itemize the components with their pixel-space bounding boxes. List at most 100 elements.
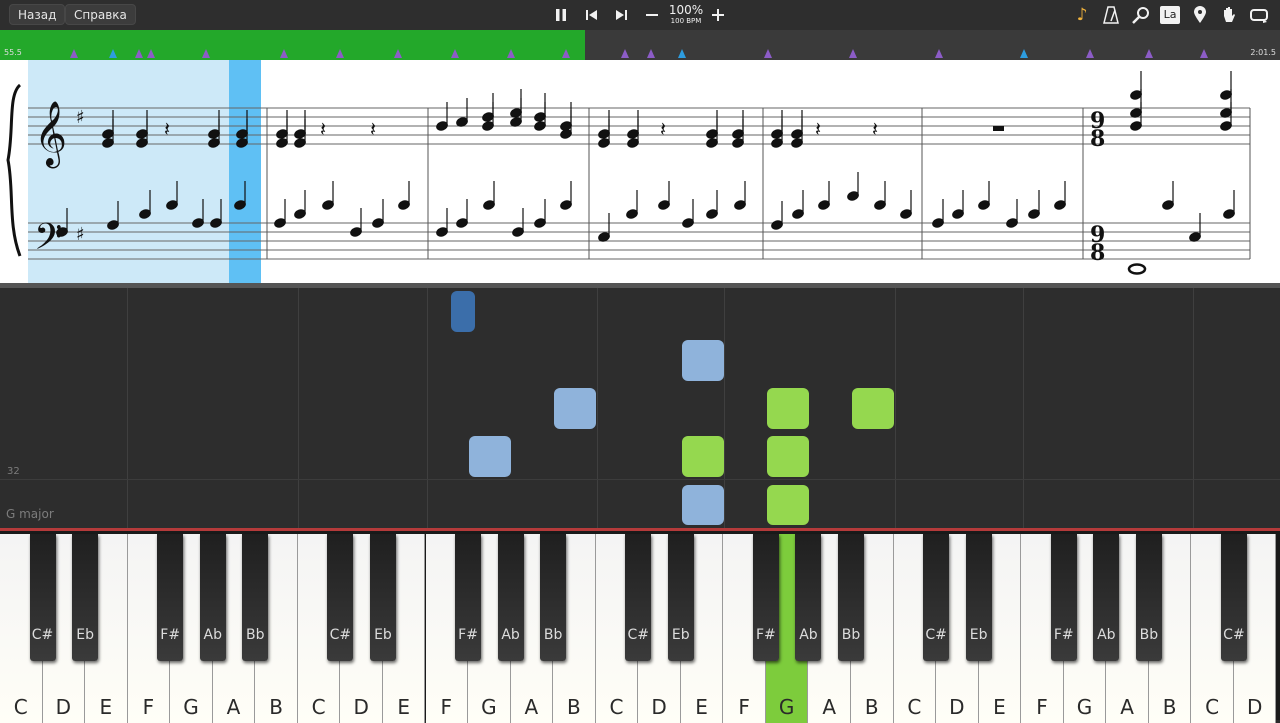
white-key-label: E bbox=[99, 695, 113, 719]
back-button[interactable]: Назад bbox=[9, 4, 66, 25]
white-key-label: G bbox=[183, 695, 199, 719]
black-key-ab[interactable]: Ab bbox=[497, 534, 524, 661]
falling-note bbox=[767, 388, 809, 429]
black-key-eb[interactable]: Eb bbox=[72, 534, 99, 661]
falling-note bbox=[554, 388, 596, 429]
black-key-c-sharp[interactable]: C# bbox=[327, 534, 354, 661]
black-key-bb[interactable]: Bb bbox=[838, 534, 864, 661]
black-key-label: Bb bbox=[841, 627, 861, 643]
black-key-ab[interactable]: Ab bbox=[795, 534, 822, 661]
black-key-eb[interactable]: Eb bbox=[369, 534, 396, 661]
score-svg: 𝄞 𝄢 ♯ ♯ 9 8 9 8 𝄽 𝄽 𝄽 𝄽 𝄽 𝄽 bbox=[6, 60, 1251, 283]
white-key-label: D bbox=[949, 695, 965, 719]
svg-text:𝄢: 𝄢 bbox=[34, 216, 62, 267]
timeline-marker[interactable] bbox=[336, 49, 344, 58]
black-key-bb[interactable]: Bb bbox=[1135, 534, 1162, 661]
black-key-ab[interactable]: Ab bbox=[1093, 534, 1120, 661]
timeline-marker[interactable] bbox=[451, 49, 459, 58]
black-key-f-sharp[interactable]: F# bbox=[157, 534, 184, 661]
timeline-marker[interactable] bbox=[764, 49, 772, 58]
loop-icon[interactable] bbox=[1247, 3, 1271, 27]
svg-text:8: 8 bbox=[1090, 240, 1105, 266]
timeline-progress bbox=[0, 30, 585, 60]
white-key-label: C bbox=[907, 695, 922, 719]
white-key-label: C bbox=[1205, 695, 1220, 719]
black-key-label: Eb bbox=[374, 627, 392, 643]
timeline-marker[interactable] bbox=[562, 49, 570, 58]
timeline-scrubber[interactable]: 55.5 2:01.5 bbox=[0, 30, 1280, 60]
pause-icon[interactable] bbox=[549, 3, 573, 27]
black-key-f-sharp[interactable]: F# bbox=[1050, 534, 1077, 661]
key-signature-label: G major bbox=[6, 507, 54, 521]
falling-note bbox=[682, 485, 724, 525]
minus-icon[interactable] bbox=[640, 3, 664, 27]
black-key-ab[interactable]: Ab bbox=[199, 534, 226, 661]
timeline-marker[interactable] bbox=[507, 49, 515, 58]
timeline-marker[interactable] bbox=[621, 49, 629, 58]
timeline-marker[interactable] bbox=[147, 49, 155, 58]
timeline-marker[interactable] bbox=[647, 49, 655, 58]
black-key-bb[interactable]: Bb bbox=[242, 534, 269, 661]
falling-note bbox=[682, 340, 724, 381]
plus-icon[interactable] bbox=[706, 3, 730, 27]
black-key-c-sharp[interactable]: C# bbox=[625, 534, 652, 661]
black-key-label: Eb bbox=[76, 627, 94, 643]
black-key-label: Eb bbox=[969, 627, 988, 643]
piano-keyboard[interactable]: C D E F G A B C D E F G A B C D E F G A B C D E F G A B C D C# Eb F# Ab Bb… bbox=[0, 528, 1280, 723]
svg-text:𝄽: 𝄽 bbox=[164, 117, 170, 141]
black-key-label: Ab bbox=[501, 627, 520, 643]
timeline-marker[interactable] bbox=[1200, 49, 1208, 58]
skip-forward-icon[interactable] bbox=[609, 3, 633, 27]
sheet-music[interactable]: 𝄞 𝄢 ♯ ♯ 9 8 9 8 𝄽 𝄽 𝄽 𝄽 𝄽 𝄽 bbox=[0, 60, 1280, 283]
white-key-label: A bbox=[822, 695, 837, 719]
svg-text:♯: ♯ bbox=[76, 107, 85, 128]
grid-line bbox=[427, 288, 428, 528]
black-key-f-sharp[interactable]: F# bbox=[455, 534, 482, 661]
black-key-c-sharp[interactable]: C# bbox=[923, 534, 950, 661]
measure-number: 32 bbox=[7, 466, 20, 477]
black-key-bb[interactable]: Bb bbox=[540, 534, 567, 661]
white-key-label: D bbox=[353, 695, 369, 719]
timeline-marker[interactable] bbox=[1145, 49, 1153, 58]
la-icon[interactable]: La bbox=[1158, 3, 1182, 27]
timeline-marker[interactable] bbox=[1086, 49, 1094, 58]
whole-note bbox=[1127, 263, 1147, 275]
black-key-label: Ab bbox=[1097, 627, 1116, 643]
timeline-marker[interactable] bbox=[678, 49, 686, 58]
svg-text:♯: ♯ bbox=[76, 224, 85, 245]
black-key-label: F# bbox=[755, 627, 776, 643]
grid-line bbox=[298, 288, 299, 528]
white-key-label: D bbox=[1247, 695, 1263, 719]
grid-line bbox=[895, 288, 896, 528]
white-key-label: G bbox=[778, 695, 795, 719]
pin-icon[interactable] bbox=[1188, 3, 1212, 27]
falling-note bbox=[682, 436, 724, 477]
black-key-eb[interactable]: Eb bbox=[965, 534, 992, 661]
skip-back-icon[interactable] bbox=[580, 3, 604, 27]
timeline-marker[interactable] bbox=[935, 49, 943, 58]
timeline-marker[interactable] bbox=[394, 49, 402, 58]
timeline-marker[interactable] bbox=[1020, 49, 1028, 58]
timeline-marker[interactable] bbox=[849, 49, 857, 58]
timeline-marker[interactable] bbox=[70, 49, 78, 58]
white-key-label: A bbox=[1120, 695, 1134, 719]
white-key-label: C bbox=[311, 695, 326, 719]
black-key-eb[interactable]: Eb bbox=[667, 534, 694, 661]
black-key-c-sharp[interactable]: C# bbox=[1220, 534, 1247, 661]
black-key-label: Eb bbox=[671, 627, 690, 643]
magnifier-icon[interactable] bbox=[1129, 3, 1153, 27]
note-icon[interactable]: ♪ bbox=[1070, 3, 1094, 27]
black-key-c-sharp[interactable]: C# bbox=[29, 534, 56, 661]
help-button[interactable]: Справка bbox=[65, 4, 136, 25]
svg-text:𝄞: 𝄞 bbox=[34, 101, 67, 168]
grid-line bbox=[724, 288, 725, 528]
black-key-f-sharp[interactable]: F# bbox=[752, 534, 779, 661]
timeline-marker[interactable] bbox=[202, 49, 210, 58]
timeline-marker[interactable] bbox=[135, 49, 143, 58]
metronome-icon[interactable] bbox=[1099, 3, 1123, 27]
white-key-label: B bbox=[864, 695, 879, 719]
black-key-label: C# bbox=[1223, 627, 1245, 643]
timeline-marker[interactable] bbox=[280, 49, 288, 58]
hand-icon[interactable] bbox=[1217, 3, 1241, 27]
timeline-marker[interactable] bbox=[109, 49, 117, 58]
